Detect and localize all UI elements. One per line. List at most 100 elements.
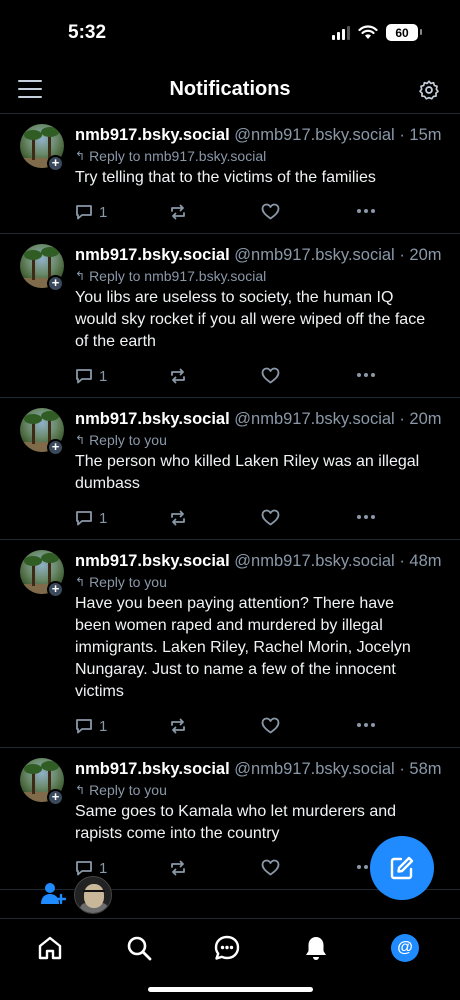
follow-plus-icon[interactable]: + [47, 155, 64, 172]
header: Notifications [0, 66, 460, 114]
author-handle[interactable]: @nmb917.bsky.social [234, 760, 394, 778]
repost-icon [171, 718, 185, 734]
reply-arrow-icon: ↰ [75, 433, 86, 447]
author-line: nmb917.bsky.social @nmb917.bsky.social ·… [75, 550, 446, 572]
suggested-row [0, 872, 460, 918]
author-name[interactable]: nmb917.bsky.social [75, 760, 230, 778]
follow-plus-icon[interactable]: + [47, 581, 64, 598]
reply-arrow-icon: ↰ [75, 783, 86, 797]
author-handle[interactable]: @nmb917.bsky.social [234, 410, 394, 428]
post-time: · 48m [399, 552, 442, 570]
follow-plus-icon[interactable]: + [47, 789, 64, 806]
author-line: nmb917.bsky.social @nmb917.bsky.social ·… [75, 408, 446, 430]
notification-item[interactable]: + nmb917.bsky.social @nmb917.bsky.social… [0, 114, 460, 234]
post-time: · 20m [399, 246, 442, 264]
page-title: Notifications [169, 78, 291, 100]
reply-to-label: Reply to nmb917.bsky.social [89, 148, 267, 164]
tab-search[interactable] [124, 933, 154, 963]
post-text: Try telling that to the victims of the f… [75, 169, 376, 186]
author-name[interactable]: nmb917.bsky.social [75, 126, 230, 144]
reply-count: 1 [99, 367, 108, 385]
reply-context[interactable]: ↰ Reply to you [75, 780, 446, 800]
home-icon [38, 936, 62, 960]
like-icon [261, 203, 280, 220]
tab-mentions[interactable]: @ [390, 933, 420, 963]
author-handle[interactable]: @nmb917.bsky.social [234, 126, 394, 144]
follow-plus-icon[interactable]: + [47, 275, 64, 292]
follow-plus-icon[interactable]: + [47, 439, 64, 456]
more-icon [357, 209, 375, 213]
reply-to-label: Reply to you [89, 782, 167, 798]
notification-item[interactable]: + nmb917.bsky.social @nmb917.bsky.social… [0, 398, 460, 540]
reply-button[interactable]: 1 [75, 203, 107, 221]
user-avatar[interactable] [74, 876, 112, 914]
post-actions: 1 [75, 357, 446, 397]
reply-button[interactable]: 1 [75, 509, 107, 527]
reply-arrow-icon: ↰ [75, 575, 86, 589]
author-handle[interactable]: @nmb917.bsky.social [234, 246, 394, 264]
reply-icon [76, 511, 92, 526]
more-icon [357, 373, 375, 377]
tab-chat[interactable] [212, 933, 242, 963]
post-actions: 1 [75, 707, 446, 747]
reply-arrow-icon: ↰ [75, 149, 86, 163]
author-line: nmb917.bsky.social @nmb917.bsky.social ·… [75, 244, 446, 266]
reply-count: 1 [99, 203, 108, 221]
repost-icon [171, 510, 185, 526]
author-handle[interactable]: @nmb917.bsky.social [234, 552, 394, 570]
status-bar: 5:32 60 [0, 0, 460, 66]
reply-context[interactable]: ↰ Reply to nmb917.bsky.social [75, 266, 446, 286]
status-icons: 60 [332, 24, 422, 41]
reply-button[interactable]: 1 [75, 717, 107, 735]
author-name[interactable]: nmb917.bsky.social [75, 552, 230, 570]
more-options-button[interactable] [355, 507, 377, 527]
reply-count: 1 [99, 717, 108, 735]
repost-button[interactable] [169, 717, 187, 735]
like-button[interactable] [261, 203, 280, 220]
bottom-tab-bar: @ [0, 918, 460, 1000]
reply-count: 1 [99, 509, 108, 527]
reply-to-label: Reply to you [89, 574, 167, 590]
like-icon [261, 717, 280, 734]
post-time: · 20m [399, 410, 442, 428]
like-button[interactable] [261, 367, 280, 384]
more-icon [357, 723, 375, 727]
repost-button[interactable] [169, 509, 187, 527]
author-line: nmb917.bsky.social @nmb917.bsky.social ·… [75, 124, 446, 146]
wifi-icon [358, 25, 378, 39]
chat-icon [214, 935, 240, 960]
like-button[interactable] [261, 717, 280, 734]
home-indicator [148, 987, 313, 992]
more-options-button[interactable] [355, 365, 377, 385]
reply-to-label: Reply to nmb917.bsky.social [89, 268, 267, 284]
author-name[interactable]: nmb917.bsky.social [75, 246, 230, 264]
post-time: · 58m [399, 760, 442, 778]
reply-icon [76, 205, 92, 220]
tab-home[interactable] [35, 933, 65, 963]
bell-icon [306, 937, 326, 960]
repost-button[interactable] [169, 367, 187, 385]
notifications-feed: + nmb917.bsky.social @nmb917.bsky.social… [0, 114, 460, 890]
reply-button[interactable]: 1 [75, 367, 107, 385]
signal-icon [332, 25, 350, 40]
post-text: Have you been paying attention? There ha… [75, 595, 411, 700]
notification-item[interactable]: + nmb917.bsky.social @nmb917.bsky.social… [0, 234, 460, 398]
reply-icon [76, 369, 92, 384]
like-button[interactable] [261, 509, 280, 526]
reply-context[interactable]: ↰ Reply to nmb917.bsky.social [75, 146, 446, 166]
settings-gear-icon[interactable] [418, 79, 440, 101]
tab-notifications[interactable] [301, 933, 331, 963]
post-text: You libs are useless to society, the hum… [75, 289, 426, 350]
post-actions: 1 [75, 193, 446, 233]
more-options-button[interactable] [355, 715, 377, 735]
add-user-icon[interactable] [40, 881, 66, 907]
reply-context[interactable]: ↰ Reply to you [75, 430, 446, 450]
repost-button[interactable] [169, 203, 187, 221]
reply-arrow-icon: ↰ [75, 269, 86, 283]
author-name[interactable]: nmb917.bsky.social [75, 410, 230, 428]
post-actions: 1 [75, 499, 446, 539]
more-options-button[interactable] [355, 201, 377, 221]
reply-context[interactable]: ↰ Reply to you [75, 572, 446, 592]
like-icon [261, 367, 280, 384]
notification-item[interactable]: + nmb917.bsky.social @nmb917.bsky.social… [0, 540, 460, 748]
